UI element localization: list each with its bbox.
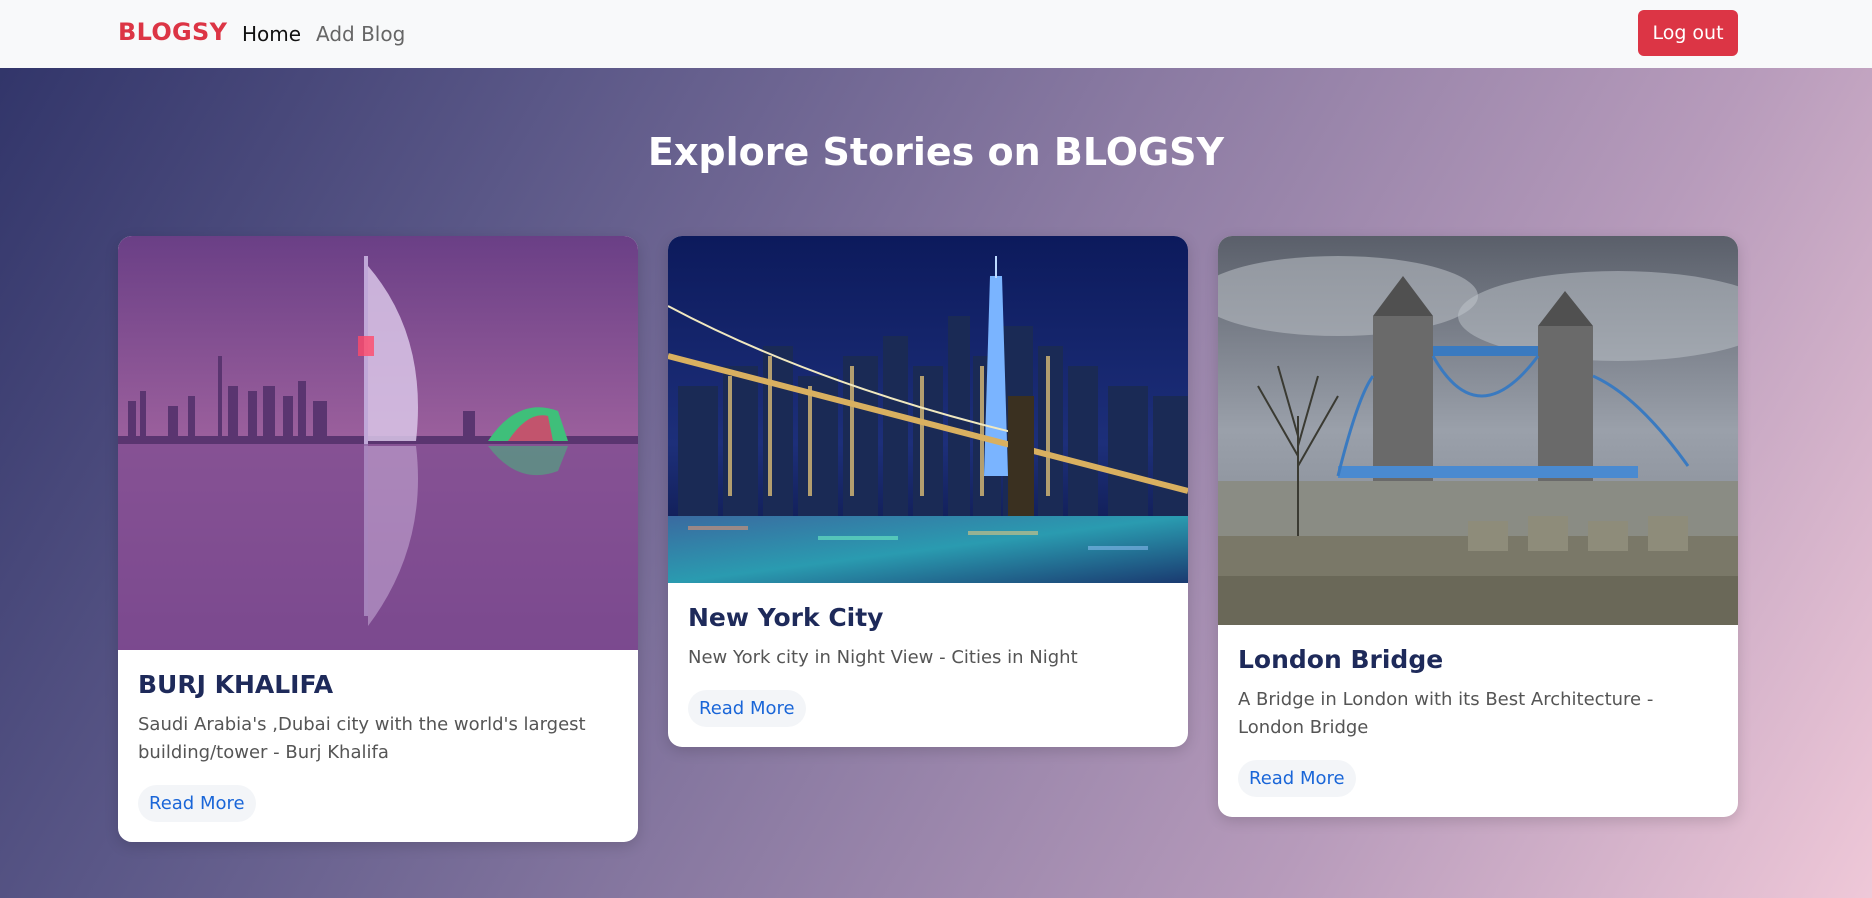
card-title: New York City: [688, 603, 884, 632]
blog-card-london-bridge: London Bridge A Bridge in London with it…: [1218, 236, 1738, 817]
card-image-new-york: [668, 236, 1188, 583]
read-more-button[interactable]: Read More: [1238, 760, 1356, 797]
read-more-button[interactable]: Read More: [138, 785, 256, 822]
card-title: BURJ KHALIFA: [138, 670, 334, 699]
read-more-button[interactable]: Read More: [688, 690, 806, 727]
card-description: Saudi Arabia's ,Dubai city with the worl…: [138, 714, 586, 763]
card-image-london: [1218, 236, 1738, 625]
dubai-skyline-image: [118, 236, 638, 650]
blog-card-burj-khalifa: BURJ KHALIFA Saudi Arabia's ,Dubai city …: [118, 236, 638, 842]
card-body: BURJ KHALIFA Saudi Arabia's ,Dubai city …: [118, 650, 638, 842]
logout-button[interactable]: Log out: [1638, 10, 1738, 56]
card-body: London Bridge A Bridge in London with it…: [1218, 625, 1738, 817]
page-title: Explore Stories on BLOGSY: [647, 130, 1225, 174]
nav-link-add-blog[interactable]: Add Blog: [316, 22, 405, 46]
card-image-dubai: [118, 236, 638, 650]
blog-card-new-york-city: New York City New York city in Night Vie…: [668, 236, 1188, 747]
tower-bridge-image: [1218, 236, 1738, 625]
card-body: New York City New York city in Night Vie…: [668, 583, 1188, 747]
new-york-night-image: [668, 236, 1188, 583]
card-description: A Bridge in London with its Best Archite…: [1238, 689, 1654, 738]
brand-logo[interactable]: BLOGSY: [118, 18, 227, 46]
card-description: New York city in Night View - Cities in …: [688, 647, 1078, 668]
card-title: London Bridge: [1238, 645, 1444, 674]
navbar: BLOGSY Home Add Blog Log out: [0, 0, 1872, 68]
nav-link-home[interactable]: Home: [242, 22, 301, 46]
